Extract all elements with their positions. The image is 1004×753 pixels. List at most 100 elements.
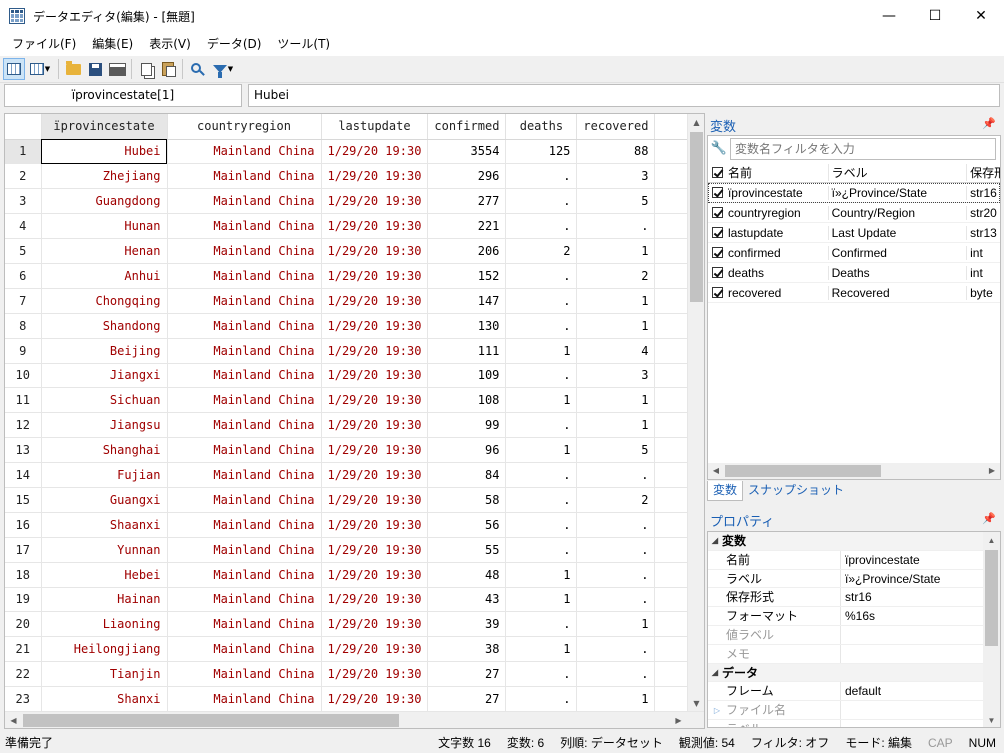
lastupdate-cell[interactable]: 1/29/20 19:30: [321, 512, 429, 538]
recovered-cell[interactable]: 1: [576, 686, 656, 712]
confirmed-cell[interactable]: 109: [427, 363, 507, 389]
deaths-cell[interactable]: .: [505, 661, 578, 688]
variable-visible-checkbox[interactable]: [712, 247, 723, 258]
cell-value-input[interactable]: Hubei: [248, 84, 1000, 107]
country-cell[interactable]: Mainland China: [167, 139, 322, 165]
province-cell[interactable]: Anhui: [41, 263, 168, 289]
property-value[interactable]: ï»¿Province/State: [841, 570, 940, 588]
recovered-cell[interactable]: 1: [576, 412, 656, 439]
deaths-cell[interactable]: .: [505, 512, 578, 538]
country-cell[interactable]: Mainland China: [167, 462, 322, 488]
country-cell[interactable]: Mainland China: [167, 562, 322, 588]
lastupdate-cell[interactable]: 1/29/20 19:30: [321, 188, 429, 215]
column-header[interactable]: deaths: [505, 114, 578, 140]
country-cell[interactable]: Mainland China: [167, 661, 322, 688]
deaths-cell[interactable]: 1: [505, 338, 578, 364]
scroll-left-icon[interactable]: ◀: [708, 463, 724, 479]
confirmed-cell[interactable]: 84: [427, 462, 507, 488]
scroll-up-icon[interactable]: ▲: [688, 114, 704, 131]
confirmed-cell[interactable]: 99: [427, 412, 507, 439]
variable-visible-checkbox[interactable]: [712, 267, 723, 278]
row-number-cell[interactable]: 17: [5, 537, 42, 563]
confirmed-cell[interactable]: 147: [427, 288, 507, 314]
recovered-cell[interactable]: 5: [576, 188, 656, 215]
row-number-cell[interactable]: 21: [5, 636, 42, 663]
country-cell[interactable]: Mainland China: [167, 636, 322, 663]
confirmed-cell[interactable]: 48: [427, 562, 507, 588]
province-cell[interactable]: Hubei: [41, 139, 168, 165]
province-cell[interactable]: Guangdong: [41, 188, 168, 215]
province-cell[interactable]: Henan: [41, 238, 168, 264]
recovered-cell[interactable]: 2: [576, 487, 656, 513]
print-button[interactable]: [106, 58, 128, 80]
province-cell[interactable]: Fujian: [41, 462, 168, 488]
deaths-cell[interactable]: .: [505, 487, 578, 513]
country-cell[interactable]: Mainland China: [167, 363, 322, 389]
deaths-cell[interactable]: .: [505, 163, 578, 190]
recovered-cell[interactable]: 1: [576, 313, 656, 339]
recovered-cell[interactable]: .: [576, 462, 656, 488]
province-cell[interactable]: Zhejiang: [41, 163, 168, 190]
lastupdate-cell[interactable]: 1/29/20 19:30: [321, 363, 429, 389]
property-group[interactable]: ◢ データ: [708, 663, 1000, 683]
variable-row[interactable]: countryregion Country/Region str20: [708, 203, 1000, 223]
deaths-cell[interactable]: .: [505, 537, 578, 563]
deaths-cell[interactable]: .: [505, 263, 578, 289]
row-number-cell[interactable]: 7: [5, 288, 42, 314]
province-cell[interactable]: Jiangsu: [41, 412, 168, 439]
confirmed-cell[interactable]: 96: [427, 437, 507, 464]
confirmed-cell[interactable]: 39: [427, 611, 507, 638]
property-row[interactable]: メモ: [708, 644, 1000, 664]
grid-vertical-scrollbar[interactable]: ▲ ▼: [687, 114, 704, 712]
lastupdate-cell[interactable]: 1/29/20 19:30: [321, 387, 429, 414]
minimize-button[interactable]: —: [866, 0, 912, 32]
recovered-cell[interactable]: 1: [576, 288, 656, 314]
scroll-down-icon[interactable]: ▼: [688, 695, 704, 712]
confirmed-cell[interactable]: 111: [427, 338, 507, 364]
confirmed-cell[interactable]: 27: [427, 661, 507, 688]
confirmed-cell[interactable]: 296: [427, 163, 507, 190]
menu-edit[interactable]: 編集(E): [84, 32, 141, 56]
province-cell[interactable]: Shandong: [41, 313, 168, 339]
country-cell[interactable]: Mainland China: [167, 437, 322, 464]
lastupdate-cell[interactable]: 1/29/20 19:30: [321, 562, 429, 588]
property-row[interactable]: ラベル: [708, 719, 1000, 727]
deaths-cell[interactable]: 125: [505, 139, 578, 165]
tab-snapshots[interactable]: スナップショット: [743, 481, 849, 501]
deaths-cell[interactable]: .: [505, 288, 578, 314]
filter-button[interactable]: ▼: [208, 58, 238, 80]
deaths-cell[interactable]: .: [505, 686, 578, 712]
deaths-cell[interactable]: .: [505, 462, 578, 488]
variable-visible-checkbox[interactable]: [712, 207, 723, 218]
variable-row[interactable]: confirmed Confirmed int: [708, 243, 1000, 263]
lastupdate-cell[interactable]: 1/29/20 19:30: [321, 686, 429, 712]
lastupdate-cell[interactable]: 1/29/20 19:30: [321, 636, 429, 663]
country-cell[interactable]: Mainland China: [167, 188, 322, 215]
country-cell[interactable]: Mainland China: [167, 163, 322, 190]
column-header[interactable]: lastupdate: [321, 114, 429, 140]
row-number-cell[interactable]: 1: [5, 139, 42, 165]
pin-icon[interactable]: 📌: [982, 117, 996, 130]
country-cell[interactable]: Mainland China: [167, 412, 322, 439]
recovered-cell[interactable]: .: [576, 213, 656, 240]
header-label[interactable]: ラベル: [827, 164, 967, 181]
property-row[interactable]: 値ラベル: [708, 625, 1000, 645]
confirmed-cell[interactable]: 56: [427, 512, 507, 538]
recovered-cell[interactable]: 2: [576, 263, 656, 289]
confirmed-cell[interactable]: 38: [427, 636, 507, 663]
deaths-cell[interactable]: 1: [505, 437, 578, 464]
country-cell[interactable]: Mainland China: [167, 263, 322, 289]
menu-view[interactable]: 表示(V): [141, 32, 199, 56]
find-button[interactable]: [186, 58, 208, 80]
recovered-cell[interactable]: .: [576, 537, 656, 563]
province-cell[interactable]: Tianjin: [41, 661, 168, 688]
header-name[interactable]: 名前: [728, 164, 828, 181]
country-cell[interactable]: Mainland China: [167, 512, 322, 538]
province-cell[interactable]: Hebei: [41, 562, 168, 588]
open-button[interactable]: [62, 58, 84, 80]
country-cell[interactable]: Mainland China: [167, 238, 322, 264]
province-cell[interactable]: Shanghai: [41, 437, 168, 464]
country-cell[interactable]: Mainland China: [167, 537, 322, 563]
recovered-cell[interactable]: .: [576, 587, 656, 613]
province-cell[interactable]: Chongqing: [41, 288, 168, 314]
